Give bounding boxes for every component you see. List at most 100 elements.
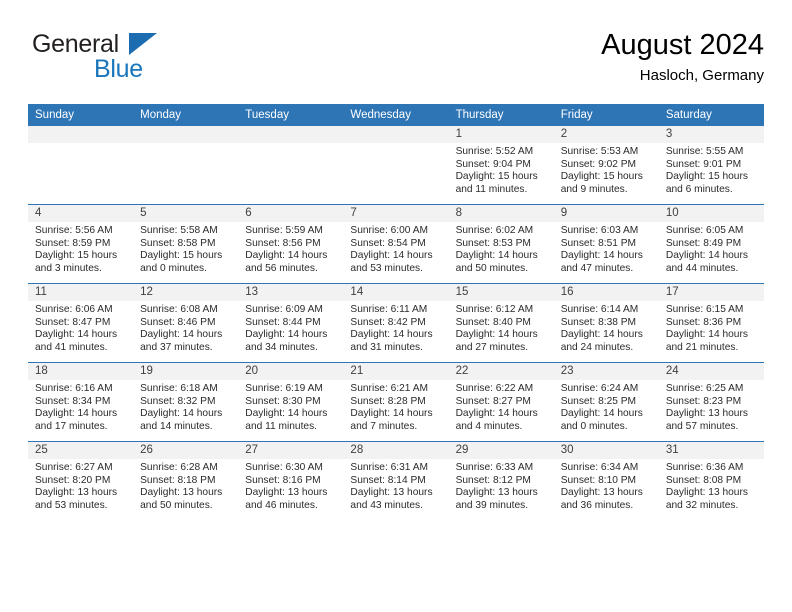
calendar-day-cell[interactable]: 19 Sunrise: 6:18 AM Sunset: 8:32 PM Dayligh…: [133, 362, 239, 442]
day-number: 14: [350, 286, 364, 298]
day-number: 13: [245, 286, 259, 298]
daylight-duration-line2: and 11 minutes.: [245, 420, 318, 432]
daylight-duration-line1: Daylight: 14 hours: [455, 329, 538, 341]
calendar-day-cell[interactable]: 26 Sunrise: 6:28 AM Sunset: 8:18 PM Dayligh…: [133, 441, 239, 520]
day-cell-inner: 3 Sunrise: 5:55 AM Sunset: 9:01 PM Daylight…: [658, 126, 764, 204]
sunset-time: Sunset: 8:16 PM: [245, 474, 321, 486]
sun-info: Sunrise: 6:25 AM Sunset: 8:23 PM Daylight:…: [659, 380, 764, 433]
day-cell-inner: [238, 126, 344, 204]
calendar-day-cell[interactable]: 9 Sunrise: 6:03 AM Sunset: 8:51 PM Daylight…: [553, 204, 659, 284]
calendar-day-cell[interactable]: 29 Sunrise: 6:33 AM Sunset: 8:12 PM Dayligh…: [448, 441, 554, 520]
daylight-duration-line2: and 53 minutes.: [350, 262, 423, 274]
calendar-day-cell[interactable]: 15 Sunrise: 6:12 AM Sunset: 8:40 PM Dayligh…: [448, 283, 554, 363]
sunset-time: Sunset: 8:44 PM: [245, 316, 321, 328]
calendar-day-cell[interactable]: 17 Sunrise: 6:15 AM Sunset: 8:36 PM Dayligh…: [658, 283, 764, 363]
daylight-duration-line2: and 21 minutes.: [665, 341, 739, 353]
day-cell-inner: 17 Sunrise: 6:15 AM Sunset: 8:36 PM Dayligh…: [658, 284, 764, 362]
day-cell-inner: 20 Sunrise: 6:19 AM Sunset: 8:30 PM Dayligh…: [238, 363, 344, 441]
title-block: August 2024 Hasloch, Germany: [601, 26, 764, 87]
calendar-day-cell[interactable]: 4 Sunrise: 5:56 AM Sunset: 8:59 PM Daylight…: [28, 204, 134, 284]
daylight-duration-line2: and 6 minutes.: [665, 183, 733, 195]
sun-info: Sunrise: 5:55 AM Sunset: 9:01 PM Daylight:…: [659, 143, 764, 196]
calendar-empty-cell: [133, 126, 239, 205]
sunset-time: Sunset: 8:42 PM: [350, 316, 426, 328]
day-number: 3: [665, 128, 673, 140]
sunrise-time: Sunrise: 6:28 AM: [140, 462, 218, 473]
calendar-day-cell[interactable]: 20 Sunrise: 6:19 AM Sunset: 8:30 PM Dayligh…: [238, 362, 344, 442]
day-cell-inner: 30 Sunrise: 6:34 AM Sunset: 8:10 PM Dayligh…: [553, 442, 659, 520]
calendar-day-cell[interactable]: 3 Sunrise: 5:55 AM Sunset: 9:01 PM Daylight…: [658, 126, 764, 205]
calendar-day-cell[interactable]: 25 Sunrise: 6:27 AM Sunset: 8:20 PM Dayligh…: [28, 441, 134, 520]
sun-info: Sunrise: 6:06 AM Sunset: 8:47 PM Daylight:…: [28, 301, 133, 354]
logo-triangle-icon: [129, 33, 157, 55]
sunrise-time: Sunrise: 6:24 AM: [560, 383, 639, 394]
sunrise-time: Sunrise: 6:06 AM: [35, 304, 113, 315]
day-number: 9: [560, 207, 568, 219]
sunrise-time: Sunrise: 5:55 AM: [665, 146, 744, 157]
calendar-day-cell[interactable]: 23 Sunrise: 6:24 AM Sunset: 8:25 PM Dayligh…: [553, 362, 659, 442]
day-number: [238, 126, 343, 143]
calendar-day-cell[interactable]: 5 Sunrise: 5:58 AM Sunset: 8:58 PM Daylight…: [133, 204, 239, 284]
sunrise-time: Sunrise: 6:31 AM: [350, 462, 429, 473]
calendar-day-cell[interactable]: 1 Sunrise: 5:52 AM Sunset: 9:04 PM Daylight…: [448, 126, 554, 205]
calendar-day-cell[interactable]: 28 Sunrise: 6:31 AM Sunset: 8:14 PM Dayligh…: [343, 441, 449, 520]
calendar-day-cell[interactable]: 8 Sunrise: 6:02 AM Sunset: 8:53 PM Daylight…: [448, 204, 554, 284]
calendar-day-cell[interactable]: 13 Sunrise: 6:09 AM Sunset: 8:44 PM Dayligh…: [238, 283, 344, 363]
calendar-day-cell[interactable]: 24 Sunrise: 6:25 AM Sunset: 8:23 PM Dayligh…: [658, 362, 764, 442]
daylight-duration-line2: and 34 minutes.: [245, 341, 318, 353]
daylight-duration-line2: and 11 minutes.: [455, 183, 528, 195]
day-cell-inner: 8 Sunrise: 6:02 AM Sunset: 8:53 PM Daylight…: [448, 205, 554, 283]
day-cell-inner: 12 Sunrise: 6:08 AM Sunset: 8:46 PM Dayligh…: [133, 284, 239, 362]
daylight-duration-line1: Daylight: 14 hours: [350, 329, 433, 341]
day-cell-inner: [28, 126, 134, 204]
calendar-day-cell[interactable]: 30 Sunrise: 6:34 AM Sunset: 8:10 PM Dayligh…: [553, 441, 659, 520]
day-cell-inner: [343, 126, 449, 204]
calendar-day-cell[interactable]: 10 Sunrise: 6:05 AM Sunset: 8:49 PM Dayligh…: [658, 204, 764, 284]
sunrise-time: Sunrise: 6:18 AM: [140, 383, 218, 394]
sun-info: Sunrise: 6:03 AM Sunset: 8:51 PM Daylight:…: [554, 222, 659, 275]
daylight-duration-line2: and 41 minutes.: [35, 341, 108, 353]
sunrise-time: Sunrise: 6:25 AM: [665, 383, 744, 394]
daylight-duration-line1: Daylight: 15 hours: [35, 250, 118, 262]
sunset-time: Sunset: 8:25 PM: [560, 395, 637, 407]
day-cell-inner: 24 Sunrise: 6:25 AM Sunset: 8:23 PM Dayligh…: [658, 363, 764, 441]
daylight-duration-line2: and 56 minutes.: [245, 262, 318, 274]
daylight-duration-line1: Daylight: 13 hours: [455, 487, 538, 499]
daylight-duration-line1: Daylight: 14 hours: [665, 250, 748, 262]
calendar-day-cell[interactable]: 12 Sunrise: 6:08 AM Sunset: 8:46 PM Dayligh…: [133, 283, 239, 363]
daylight-duration-line2: and 4 minutes.: [455, 420, 523, 432]
daylight-duration-line1: Daylight: 13 hours: [350, 487, 433, 499]
calendar-day-cell[interactable]: 14 Sunrise: 6:11 AM Sunset: 8:42 PM Dayligh…: [343, 283, 449, 363]
day-number: 8: [455, 207, 462, 219]
calendar-day-cell[interactable]: 16 Sunrise: 6:14 AM Sunset: 8:38 PM Dayligh…: [553, 283, 659, 363]
calendar-day-cell[interactable]: 27 Sunrise: 6:30 AM Sunset: 8:16 PM Dayligh…: [238, 441, 344, 520]
daylight-duration-line2: and 39 minutes.: [455, 499, 529, 511]
sunset-time: Sunset: 8:47 PM: [35, 316, 111, 328]
day-number: 10: [665, 207, 679, 219]
calendar-day-cell[interactable]: 7 Sunrise: 6:00 AM Sunset: 8:54 PM Daylight…: [343, 204, 449, 284]
calendar-day-cell[interactable]: 22 Sunrise: 6:22 AM Sunset: 8:27 PM Dayligh…: [448, 362, 554, 442]
sun-info: Sunrise: 5:53 AM Sunset: 9:02 PM Daylight:…: [554, 143, 659, 196]
daylight-duration-line2: and 46 minutes.: [245, 499, 318, 511]
daylight-duration-line2: and 31 minutes.: [350, 341, 423, 353]
sun-info: Sunrise: 6:28 AM Sunset: 8:18 PM Daylight:…: [133, 459, 238, 512]
weekday-header-saturday: Saturday: [658, 104, 764, 126]
calendar-day-cell[interactable]: 21 Sunrise: 6:21 AM Sunset: 8:28 PM Dayligh…: [343, 362, 449, 442]
sun-info: Sunrise: 6:22 AM Sunset: 8:27 PM Daylight:…: [449, 380, 554, 433]
calendar-day-cell[interactable]: 31 Sunrise: 6:36 AM Sunset: 8:08 PM Dayligh…: [658, 441, 764, 520]
calendar-day-cell[interactable]: 6 Sunrise: 5:59 AM Sunset: 8:56 PM Daylight…: [238, 204, 344, 284]
daylight-duration-line2: and 47 minutes.: [560, 262, 634, 274]
sunset-time: Sunset: 8:54 PM: [350, 237, 426, 249]
general-blue-logo[interactable]: General Blue: [32, 30, 232, 92]
daylight-duration-line2: and 37 minutes.: [140, 341, 213, 353]
daylight-duration-line2: and 50 minutes.: [455, 262, 529, 274]
calendar-body: 1 Sunrise: 5:52 AM Sunset: 9:04 PM Daylight…: [28, 126, 764, 520]
logo-text-general: General: [32, 30, 119, 58]
sunset-time: Sunset: 8:14 PM: [350, 474, 426, 486]
daylight-duration-line1: Daylight: 15 hours: [665, 171, 748, 183]
calendar-day-cell[interactable]: 2 Sunrise: 5:53 AM Sunset: 9:02 PM Daylight…: [553, 126, 659, 205]
calendar-day-cell[interactable]: 11 Sunrise: 6:06 AM Sunset: 8:47 PM Dayligh…: [28, 283, 134, 363]
calendar-day-cell[interactable]: 18 Sunrise: 6:16 AM Sunset: 8:34 PM Dayligh…: [28, 362, 134, 442]
daylight-duration-line1: Daylight: 14 hours: [140, 408, 223, 420]
sunrise-time: Sunrise: 6:21 AM: [350, 383, 429, 394]
